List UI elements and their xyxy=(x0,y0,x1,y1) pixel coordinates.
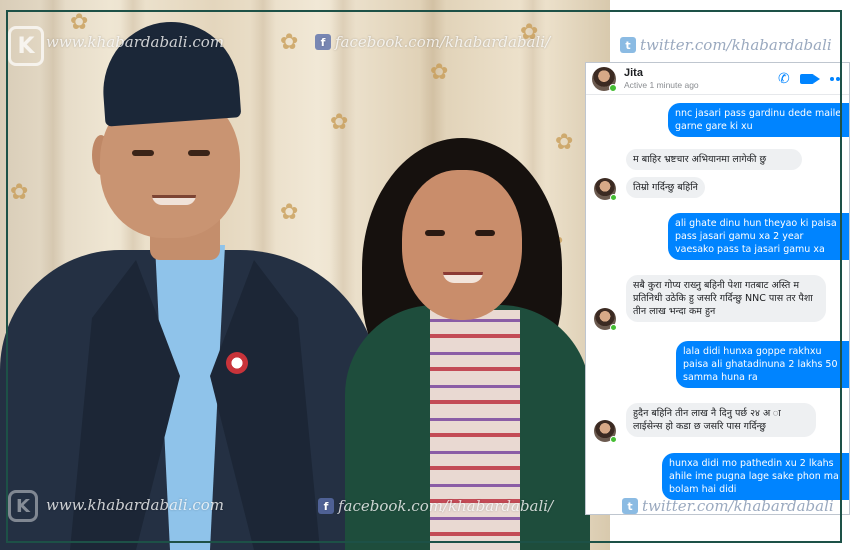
messenger-chat-screenshot: Jita Active 1 minute ago ✆ nnc jasari pa… xyxy=(585,62,850,515)
message-outgoing: lala didi hunxa goppe rakhxu paisa ali g… xyxy=(676,341,849,388)
watermark-facebook-top: f facebook.com/khabardabali/ xyxy=(315,33,550,51)
watermark-facebook-text: facebook.com/khabardabali/ xyxy=(338,497,554,515)
facebook-icon: f xyxy=(315,34,331,50)
woman-eye xyxy=(425,230,445,236)
logo-letter: K xyxy=(17,33,35,59)
online-status-dot xyxy=(610,436,617,443)
curtain-flower-icon: ✿ xyxy=(430,60,449,85)
watermark-facebook-bottom: f facebook.com/khabardabali/ xyxy=(318,497,553,515)
woman-eye xyxy=(475,230,495,236)
watermark-site-text: www.khabardabali.com xyxy=(46,33,225,51)
message-incoming: म बाहिर भ्रष्टचार अभियानमा लागेकी छु xyxy=(626,149,802,170)
message-incoming: सबै कुरा गोप्य राख्नु बहिनी पेशा गतबाट अ… xyxy=(626,275,826,322)
twitter-icon: t xyxy=(622,498,638,514)
man-smile xyxy=(152,195,196,205)
watermark-site-top: www.khabardabali.com xyxy=(46,33,224,51)
watermark-twitter-text: twitter.com/khabardabali xyxy=(642,497,834,515)
curtain-flower-icon: ✿ xyxy=(10,180,29,205)
watermark-twitter-text: twitter.com/khabardabali xyxy=(640,36,832,54)
watermark-site-bottom: www.khabardabali.com xyxy=(46,496,224,514)
online-status-dot xyxy=(609,83,617,92)
watermark-site-text: www.khabardabali.com xyxy=(46,496,225,514)
contact-status: Active 1 minute ago xyxy=(624,80,699,90)
phone-icon[interactable]: ✆ xyxy=(778,71,790,87)
watermark-facebook-text: facebook.com/khabardabali/ xyxy=(335,33,551,51)
twitter-icon: t xyxy=(620,37,636,53)
contact-name: Jita xyxy=(624,67,643,79)
message-outgoing: nnc jasari pass gardinu dede maile garne… xyxy=(668,103,849,137)
message-outgoing: ali ghate dinu hun theyao ki paisa pass … xyxy=(668,213,849,260)
woman-smile xyxy=(443,272,483,283)
contact-avatar xyxy=(594,178,617,201)
man-eye xyxy=(132,150,154,156)
chat-header: Jita Active 1 minute ago ✆ xyxy=(586,63,849,95)
khabardabali-logo-icon: K xyxy=(8,490,38,522)
woman-face xyxy=(402,170,522,320)
contact-avatar xyxy=(594,308,617,331)
khabardabali-logo-icon: K xyxy=(8,26,44,66)
more-dots-icon[interactable] xyxy=(829,77,840,81)
contact-avatar xyxy=(592,66,617,92)
curtain-flower-icon: ✿ xyxy=(555,130,574,155)
curtain-flower-icon: ✿ xyxy=(70,10,89,35)
curtain-flower-icon: ✿ xyxy=(330,110,349,135)
news-photo: ✿ ✿ ✿ ✿ ✿ ✿ ✿ ✿ ✿ ✿ xyxy=(0,0,610,550)
watermark-twitter-top: t twitter.com/khabardabali xyxy=(620,36,832,54)
online-status-dot xyxy=(610,324,617,331)
message-outgoing: hunxa didi mo pathedin xu 2 lkahs ahile … xyxy=(662,453,849,500)
facebook-icon: f xyxy=(318,498,334,514)
curtain-flower-icon: ✿ xyxy=(280,30,299,55)
video-camera-icon[interactable] xyxy=(799,74,820,84)
contact-avatar xyxy=(594,420,617,443)
lapel-pin-icon xyxy=(226,352,248,374)
curtain-flower-icon: ✿ xyxy=(280,200,299,225)
message-incoming: तिम्रो गर्दिन्छु बहिनि xyxy=(626,177,705,198)
online-status-dot xyxy=(610,194,617,201)
man-eye xyxy=(188,150,210,156)
logo-letter: K xyxy=(16,495,30,517)
message-incoming: हुदैन बहिनि तीन लाख नै दिनु पर्छ २४ अ ा … xyxy=(626,403,816,437)
watermark-twitter-bottom: t twitter.com/khabardabali xyxy=(622,497,834,515)
